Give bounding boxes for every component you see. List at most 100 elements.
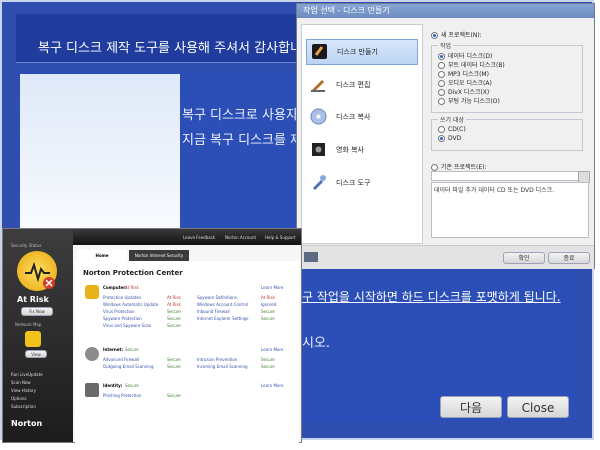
protection-item-link[interactable]: Windows Account Control bbox=[197, 302, 248, 307]
menu-item-label: 영화 복사 bbox=[336, 146, 364, 154]
task-radio-bootable-disc[interactable]: 부팅 가능 디스크(O) bbox=[438, 96, 500, 105]
leave-feedback-link[interactable]: Leave Feedback bbox=[183, 235, 215, 240]
protection-item-link[interactable]: Virus and Spyware Scan bbox=[103, 323, 151, 328]
identity-state: Secure bbox=[125, 383, 139, 388]
protection-item-link[interactable]: Intrusion Prevention bbox=[197, 357, 237, 362]
menu-item-label: 디스크 만들기 bbox=[337, 48, 378, 56]
computer-title: Computer: bbox=[103, 285, 127, 290]
disc-tools-icon bbox=[310, 174, 327, 191]
identity-status-icon bbox=[85, 383, 99, 397]
help-support-link[interactable]: Help & Support bbox=[265, 235, 296, 240]
run-liveupdate-link[interactable]: Run LiveUpdate bbox=[11, 372, 43, 377]
menu-item-label: 디스크 편집 bbox=[336, 81, 371, 89]
menu-item-disc-create[interactable]: 디스크 만들기 bbox=[306, 39, 418, 65]
protection-item-status: At Risk bbox=[261, 295, 275, 300]
computer-state: At Risk bbox=[125, 285, 139, 290]
ok-button[interactable]: 확인 bbox=[503, 252, 545, 264]
new-project-label: 새 프로젝트(N): bbox=[441, 32, 482, 39]
scan-now-link[interactable]: Scan Now bbox=[11, 380, 31, 385]
disc-close-button[interactable]: 종료 bbox=[548, 252, 590, 264]
protection-item-status: Secure bbox=[167, 309, 181, 314]
protection-item-link[interactable]: Protection Updates bbox=[103, 295, 141, 300]
menu-item-label: 디스크 복사 bbox=[336, 113, 371, 121]
protection-item-status: Secure bbox=[167, 323, 181, 328]
protection-item-status: Secure bbox=[261, 364, 275, 369]
protection-item-link[interactable]: Inbound Firewall bbox=[197, 309, 230, 314]
subscription-link[interactable]: Subscription bbox=[11, 404, 36, 409]
recovery-line3: 시오. bbox=[302, 336, 331, 351]
existing-project-input[interactable] bbox=[431, 171, 579, 181]
menu-item-disc-tools[interactable]: 디스크 도구 bbox=[306, 171, 416, 195]
protection-item-status: Secure bbox=[261, 309, 275, 314]
task-group-label: 작업 bbox=[438, 41, 454, 50]
task-option-label: 부트 데이터 디스크(B) bbox=[448, 62, 505, 69]
network-home-icon bbox=[25, 331, 41, 347]
target-option-label: DVD bbox=[448, 135, 462, 142]
task-radio-data-disc[interactable]: 데이터 디스크(D) bbox=[438, 51, 492, 60]
write-target-groupbox: 쓰기 대상 CD(C) DVD bbox=[431, 115, 583, 151]
protection-item-status: At Risk bbox=[167, 295, 181, 300]
protection-item-link[interactable]: Internet Explorer Settings bbox=[197, 316, 249, 321]
recovery-banner-text: 복구 디스크 제작 도구를 사용해 주셔서 감사합니다 bbox=[38, 41, 314, 56]
task-radio-audio-disc[interactable]: 오디오 디스크(A) bbox=[438, 78, 492, 87]
norton-window: Leave Feedback Norton Account Help & Sup… bbox=[2, 228, 302, 450]
internet-learn-more-link[interactable]: Learn More bbox=[261, 347, 283, 352]
tab-home[interactable]: Home bbox=[77, 250, 127, 261]
protection-item-link[interactable]: Incoming Email Scanning bbox=[197, 364, 248, 369]
movie-copy-icon bbox=[310, 141, 327, 158]
close-button[interactable]: Close bbox=[507, 396, 569, 418]
risk-status-icon bbox=[17, 251, 57, 291]
computer-learn-more-link[interactable]: Learn More bbox=[261, 285, 283, 290]
security-status-label: Security Status bbox=[11, 243, 42, 248]
protection-item-status: Secure bbox=[167, 357, 181, 362]
protection-item-link[interactable]: Spyware Protection bbox=[103, 316, 142, 321]
target-radio-cd[interactable]: CD(C) bbox=[438, 126, 466, 133]
recovery-format-warning-link[interactable]: 구 작업을 시작하면 하드 디스크를 포맷하게 됩니다. bbox=[302, 288, 561, 305]
settings-icon[interactable] bbox=[304, 252, 318, 262]
disc-title-bar: 작업 선택 - 디스크 만들기 bbox=[297, 4, 594, 18]
new-project-radio[interactable]: 새 프로젝트(N): bbox=[431, 30, 482, 39]
identity-learn-more-link[interactable]: Learn More bbox=[261, 383, 283, 388]
protection-item-link[interactable]: Phishing Protection bbox=[103, 393, 141, 398]
protection-item-link[interactable]: Virus Protection bbox=[103, 309, 135, 314]
protection-item-link[interactable]: Advanced Firewall bbox=[103, 357, 139, 362]
menu-item-movie-copy[interactable]: 영화 복사 bbox=[306, 138, 416, 162]
tab-norton-internet-security[interactable]: Norton Internet Security bbox=[129, 250, 189, 261]
network-map-label: Network Map bbox=[15, 322, 42, 327]
norton-account-link[interactable]: Norton Account bbox=[225, 235, 256, 240]
protection-item-status: Ignored bbox=[261, 302, 277, 307]
internet-title: Internet: bbox=[103, 347, 124, 352]
task-option-label: MP3 디스크(M) bbox=[448, 71, 489, 78]
task-radio-divx-disc[interactable]: DivX 디스크(X) bbox=[438, 87, 489, 96]
view-history-link[interactable]: View History bbox=[11, 388, 36, 393]
task-groupbox: 작업 데이터 디스크(D) 부트 데이터 디스크(B) MP3 디스크(M) 오… bbox=[431, 41, 583, 113]
protection-item-status: Secure bbox=[167, 316, 181, 321]
target-radio-dvd[interactable]: DVD bbox=[438, 135, 461, 142]
identity-title: Identity: bbox=[103, 383, 123, 388]
protection-item-link[interactable]: Spyware Definitions bbox=[197, 295, 237, 300]
view-button[interactable]: View bbox=[25, 350, 47, 358]
menu-item-disc-edit[interactable]: 디스크 편집 bbox=[306, 73, 416, 97]
fix-now-button[interactable]: Fix Now bbox=[21, 307, 53, 316]
task-option-label: 부팅 가능 디스크(O) bbox=[448, 98, 500, 105]
internet-status-icon bbox=[85, 347, 99, 361]
next-button[interactable]: 다음 bbox=[440, 396, 502, 418]
protection-item-status: Secure bbox=[261, 357, 275, 362]
task-radio-boot-data-disc[interactable]: 부트 데이터 디스크(B) bbox=[438, 60, 505, 69]
protection-item-status: Secure bbox=[261, 316, 275, 321]
norton-sidebar: Security Status At Risk Fix Now Network … bbox=[3, 229, 73, 442]
task-radio-mp3-disc[interactable]: MP3 디스크(M) bbox=[438, 69, 489, 78]
disc-copy-icon bbox=[310, 108, 327, 125]
protection-item-link[interactable]: Outgoing Email Scanning bbox=[103, 364, 154, 369]
protection-item-link[interactable]: Windows Automatic Update bbox=[103, 302, 158, 307]
protection-center-panel: Norton Protection Center Computer: At Ri… bbox=[75, 261, 299, 450]
internet-state: Secure bbox=[125, 347, 139, 352]
norton-logo: Norton bbox=[11, 419, 43, 428]
existing-project-radio[interactable]: 기존 프로젝트(E): bbox=[431, 162, 487, 171]
task-option-label: DivX 디스크(X) bbox=[448, 89, 490, 96]
protection-item-status: At Risk bbox=[167, 302, 181, 307]
menu-item-disc-copy[interactable]: 디스크 복사 bbox=[306, 105, 416, 129]
protection-item-status: Secure bbox=[167, 364, 181, 369]
recovery-line2: 지금 복구 디스크를 제 bbox=[182, 133, 303, 148]
options-link[interactable]: Options bbox=[11, 396, 26, 401]
